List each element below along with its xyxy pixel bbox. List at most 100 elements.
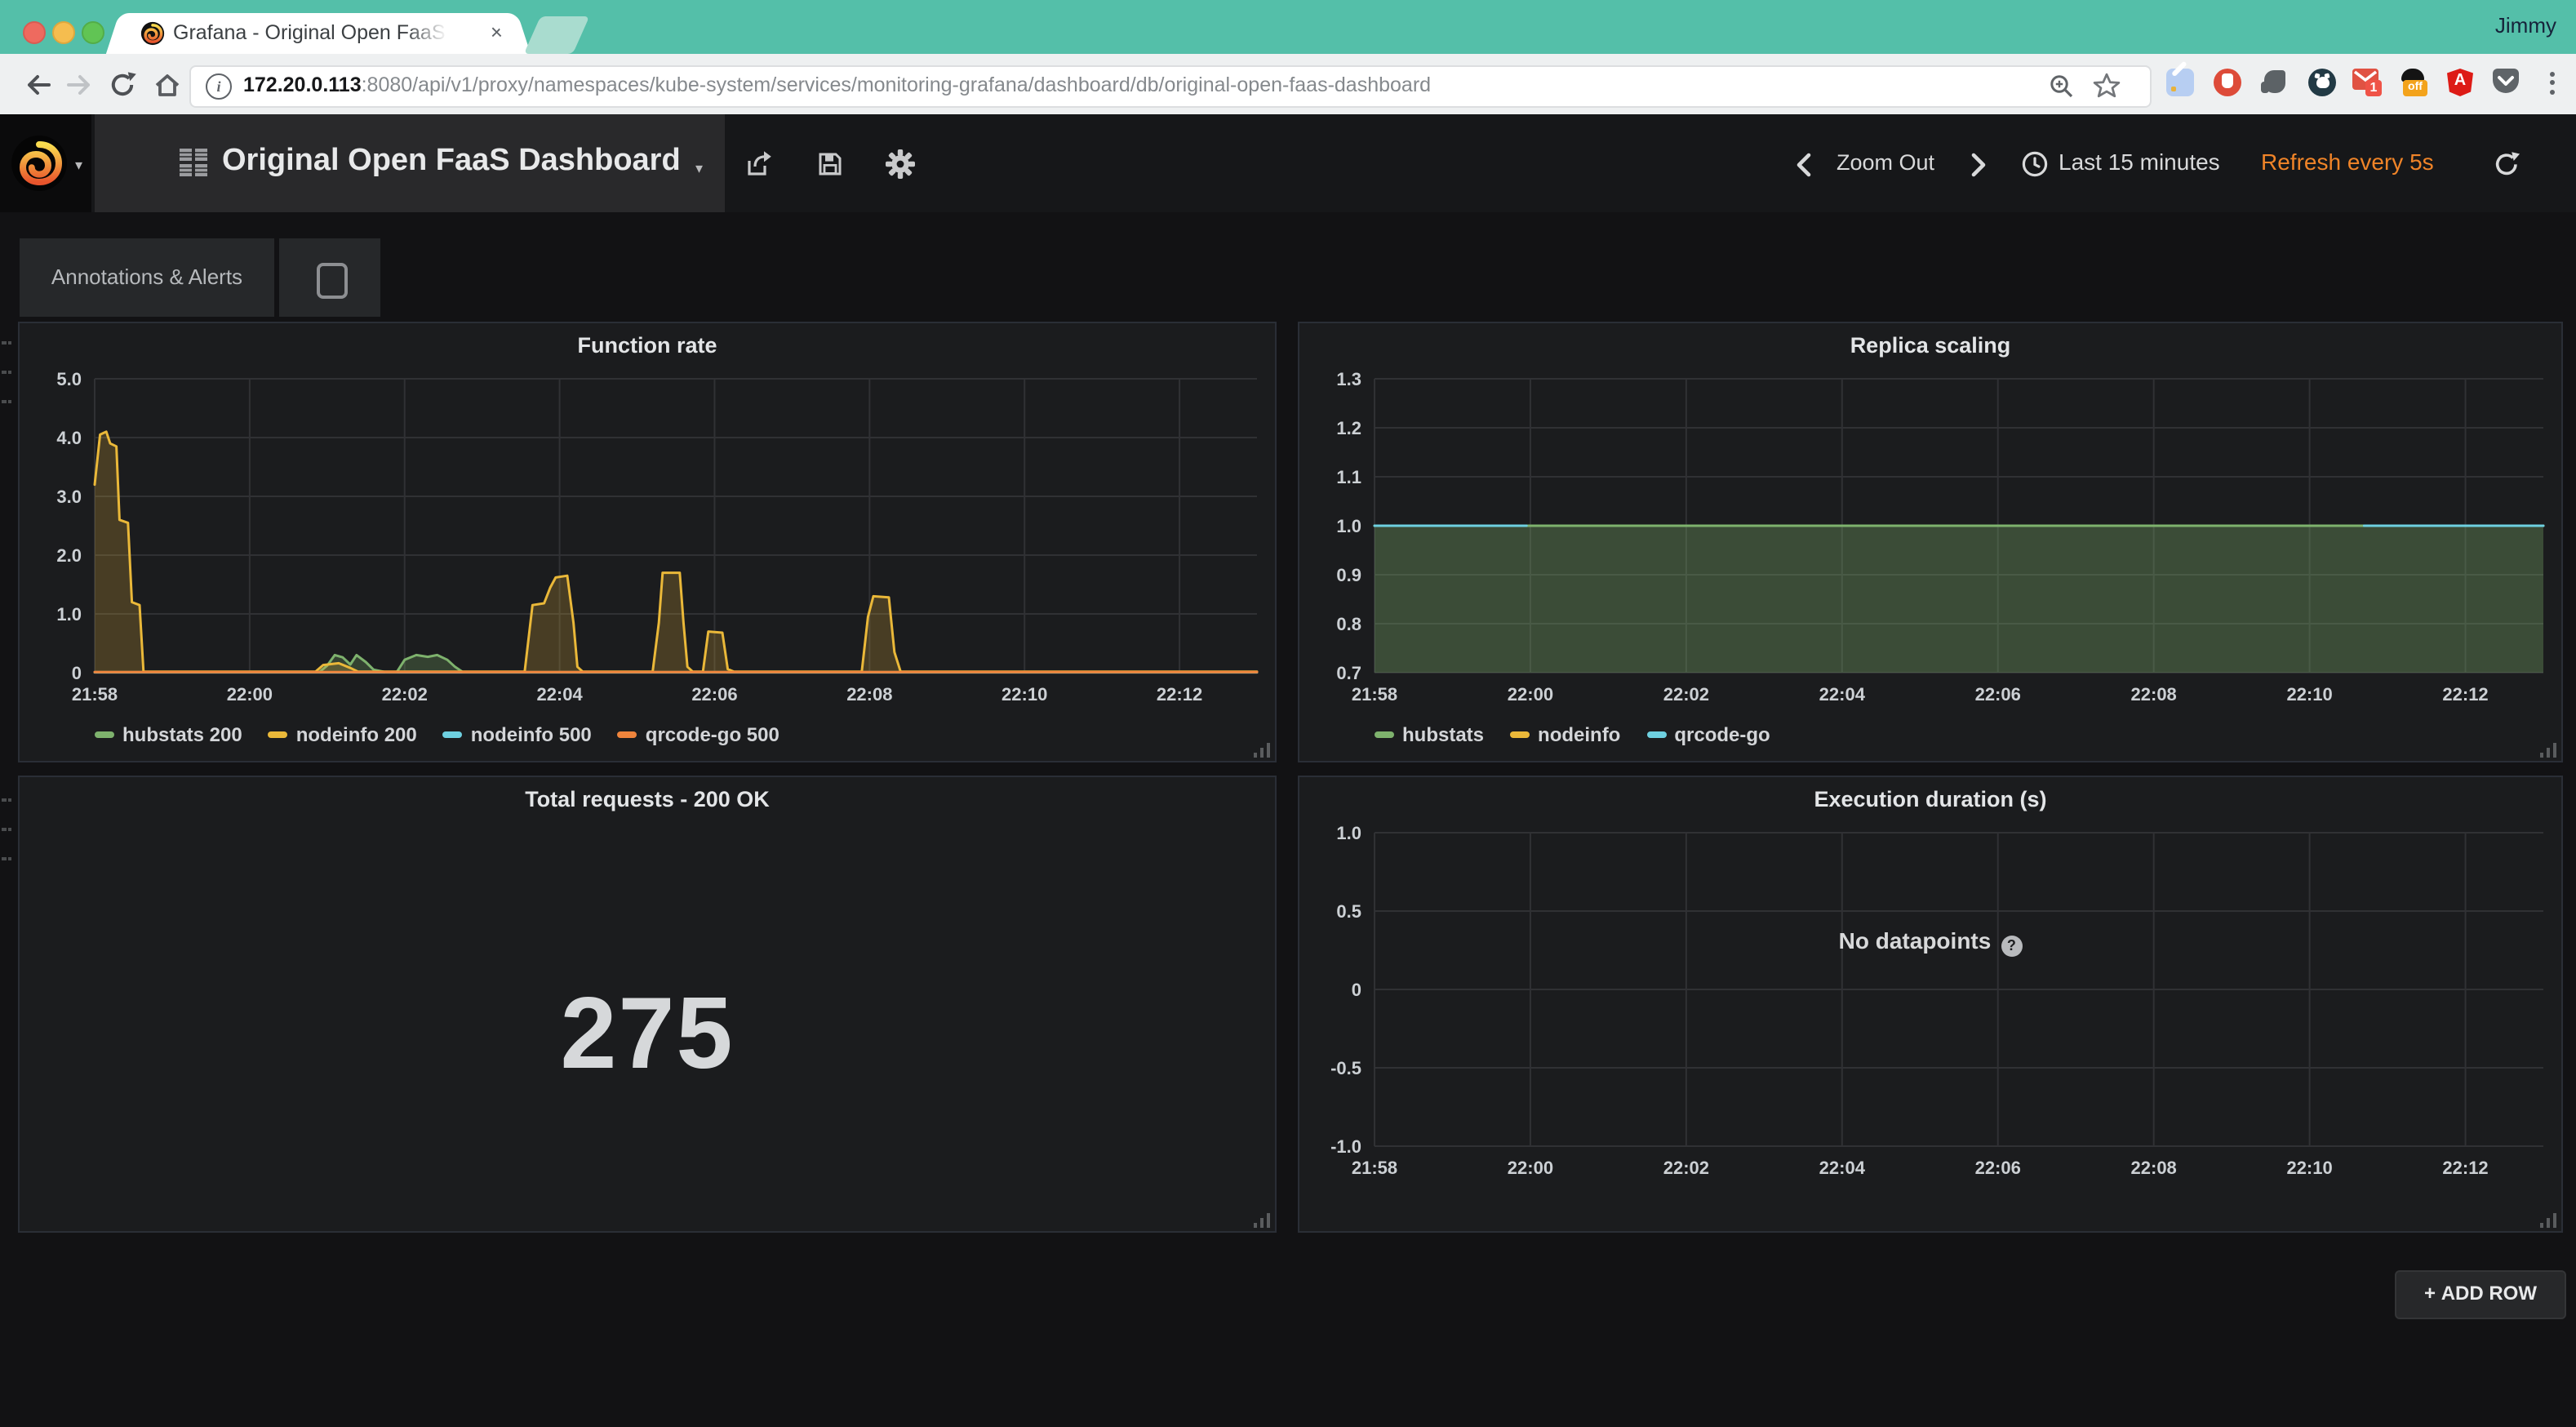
- svg-text:4.0: 4.0: [56, 428, 82, 448]
- panel-title[interactable]: Execution duration (s): [1299, 787, 2561, 811]
- svg-text:1.0: 1.0: [1336, 516, 1361, 536]
- annotations-checkbox[interactable]: [317, 263, 348, 299]
- legend-item-hubstats[interactable]: hubstats: [1375, 723, 1484, 746]
- svg-text:0.9: 0.9: [1336, 565, 1361, 585]
- svg-text:22:02: 22:02: [382, 684, 428, 705]
- legend-swatch: [269, 731, 288, 738]
- url-text[interactable]: 172.20.0.113:8080/api/v1/proxy/namespace…: [243, 73, 1431, 96]
- panel-resize-handle[interactable]: [2537, 1211, 2556, 1228]
- legend-swatch: [95, 731, 114, 738]
- time-range-picker[interactable]: Last 15 minutes: [2059, 149, 2220, 175]
- panel-resize-handle[interactable]: [1250, 1211, 1270, 1228]
- home-icon[interactable]: [152, 70, 183, 100]
- svg-text:22:10: 22:10: [1002, 684, 1047, 705]
- add-row-label: ADD ROW: [2441, 1282, 2537, 1305]
- panel-title[interactable]: Replica scaling: [1299, 333, 2561, 358]
- svg-text:22:08: 22:08: [2131, 684, 2177, 705]
- adblock-extension-icon[interactable]: [2214, 69, 2241, 96]
- forward-icon: [65, 70, 95, 100]
- zoom-page-icon[interactable]: [2049, 73, 2075, 100]
- panel-total-requests[interactable]: Total requests - 200 OK 275: [18, 776, 1277, 1233]
- zoom-out-button[interactable]: Zoom Out: [1837, 150, 1934, 175]
- legend-label: nodeinfo 500: [471, 723, 592, 746]
- legend-item-qrcode-go-500[interactable]: qrcode-go 500: [618, 723, 779, 746]
- svg-text:0: 0: [1352, 980, 1361, 1000]
- save-icon[interactable]: [815, 149, 846, 180]
- legend-item-nodeinfo[interactable]: nodeinfo: [1510, 723, 1620, 746]
- svg-text:22:02: 22:02: [1663, 684, 1709, 705]
- legend-item-nodeinfo-200[interactable]: nodeinfo 200: [269, 723, 417, 746]
- annotations-toggle[interactable]: [279, 238, 380, 317]
- legend-swatch: [1646, 731, 1666, 738]
- panel-function-rate[interactable]: Function rate 5.04.03.02.01.0021:5822:00…: [18, 322, 1277, 762]
- panel-title[interactable]: Total requests - 200 OK: [20, 787, 1275, 811]
- chevron-down-icon: ▾: [75, 157, 82, 175]
- replica-scaling-legend: hubstats nodeinfo qrcode-go: [1375, 720, 1770, 749]
- svg-text:1.0: 1.0: [1336, 823, 1361, 843]
- svg-text:0.7: 0.7: [1336, 663, 1361, 683]
- browser-toolbar: i 172.20.0.113:8080/api/v1/proxy/namespa…: [0, 54, 2576, 116]
- question-circle-icon[interactable]: ?: [2001, 936, 2022, 957]
- svg-text:-1.0: -1.0: [1330, 1136, 1361, 1157]
- url-bar[interactable]: i 172.20.0.113:8080/api/v1/proxy/namespa…: [189, 65, 2152, 108]
- dashboard-title-button[interactable]: Original Open FaaS Dashboard ▾: [95, 114, 725, 212]
- chevron-down-icon: ▾: [695, 160, 703, 178]
- bookmark-star-icon[interactable]: [2093, 72, 2121, 100]
- browser-menu-icon[interactable]: [2538, 67, 2566, 95]
- panel-resize-handle[interactable]: [2537, 741, 2556, 758]
- add-row-button[interactable]: + ADD ROW: [2395, 1270, 2566, 1319]
- off-toggle-extension-icon[interactable]: off: [2400, 69, 2427, 96]
- time-back-chevron-icon[interactable]: [1796, 152, 1812, 178]
- svg-text:22:12: 22:12: [2442, 1158, 2488, 1178]
- legend-label: qrcode-go 500: [646, 723, 779, 746]
- svg-text:1.3: 1.3: [1336, 369, 1361, 389]
- stylus-extension-icon[interactable]: [2166, 69, 2194, 96]
- dashboard-grid-icon: [180, 149, 207, 176]
- row-drag-handle[interactable]: [2, 784, 13, 810]
- browser-tab[interactable]: Grafana - Original Open FaaS Da ×: [124, 13, 513, 54]
- function-rate-legend: hubstats 200 nodeinfo 200 nodeinfo 500 qrco…: [95, 720, 779, 749]
- svg-text:22:06: 22:06: [1975, 1158, 2021, 1178]
- panel-title[interactable]: Function rate: [20, 333, 1275, 358]
- refresh-icon[interactable]: [2493, 150, 2520, 178]
- pocket-extension-icon[interactable]: [2493, 69, 2520, 96]
- svg-text:22:10: 22:10: [2286, 1158, 2332, 1178]
- legend-swatch: [1375, 731, 1394, 738]
- time-forward-chevron-icon[interactable]: [1970, 152, 1987, 178]
- angular-extension-icon[interactable]: A: [2447, 69, 2475, 96]
- window-minimize-button[interactable]: [52, 21, 75, 44]
- legend-item-hubstats-200[interactable]: hubstats 200: [95, 723, 242, 746]
- row-drag-handle[interactable]: [2, 327, 13, 353]
- evernote-extension-icon[interactable]: [2261, 69, 2289, 96]
- panel-resize-handle[interactable]: [1250, 741, 1270, 758]
- share-icon[interactable]: [743, 149, 774, 180]
- grafana-navbar: ▾ Original Open FaaS Dashboard ▾: [0, 114, 2576, 212]
- mail-extension-icon[interactable]: 1: [2352, 69, 2380, 96]
- refresh-interval-picker[interactable]: Refresh every 5s: [2261, 149, 2434, 175]
- legend-item-qrcode-go[interactable]: qrcode-go: [1646, 723, 1770, 746]
- page-info-icon[interactable]: i: [206, 73, 232, 100]
- github-extension-icon[interactable]: [2308, 69, 2336, 96]
- svg-text:21:58: 21:58: [1352, 684, 1397, 705]
- back-icon[interactable]: [23, 70, 52, 100]
- panel-replica-scaling[interactable]: Replica scaling 1.31.21.11.00.90.80.721:…: [1298, 322, 2563, 762]
- svg-text:22:08: 22:08: [846, 684, 892, 705]
- mail-badge: 1: [2365, 80, 2382, 96]
- annotations-alerts-button[interactable]: Annotations & Alerts: [20, 238, 274, 317]
- tab-close-icon[interactable]: ×: [491, 20, 503, 44]
- reload-icon[interactable]: [108, 70, 137, 100]
- legend-swatch: [618, 731, 637, 738]
- new-tab-button[interactable]: [524, 16, 589, 54]
- window-close-button[interactable]: [23, 21, 46, 44]
- settings-gear-icon[interactable]: [885, 149, 916, 180]
- window-zoom-button[interactable]: [82, 21, 104, 44]
- panel-execution-duration[interactable]: Execution duration (s) 1.00.50-0.5-1.021…: [1298, 776, 2563, 1233]
- browser-profile-name[interactable]: Jimmy: [2495, 13, 2556, 38]
- svg-text:22:06: 22:06: [1975, 684, 2021, 705]
- svg-text:1.1: 1.1: [1336, 467, 1361, 487]
- off-badge: off: [2403, 80, 2427, 96]
- legend-label: hubstats 200: [122, 723, 242, 746]
- grafana-main-menu[interactable]: ▾: [0, 114, 91, 212]
- url-path: :8080/api/v1/proxy/namespaces/kube-syste…: [362, 73, 1431, 96]
- legend-item-nodeinfo-500[interactable]: nodeinfo 500: [443, 723, 592, 746]
